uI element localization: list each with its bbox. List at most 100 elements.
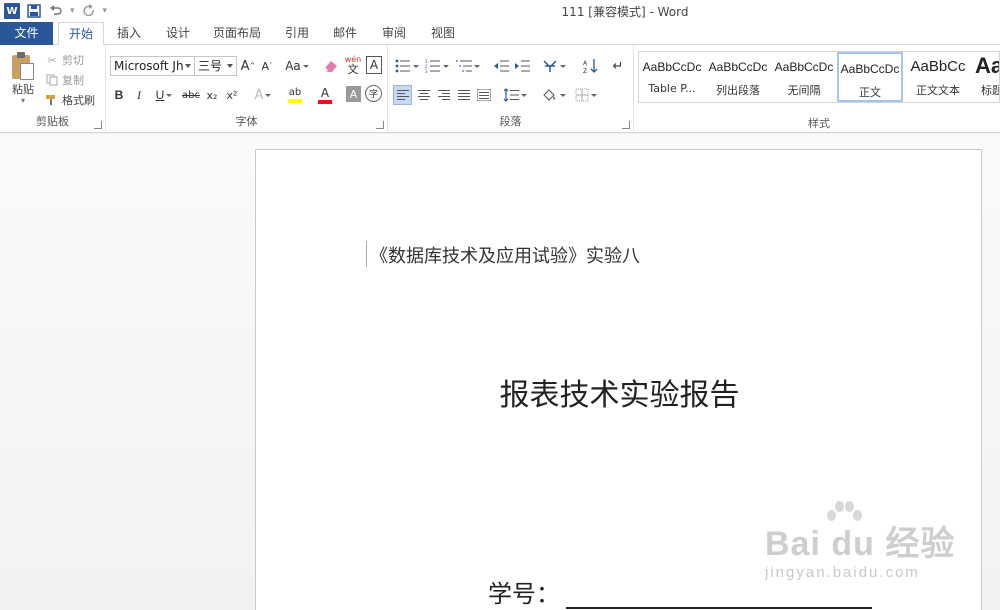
style-name: 列出段落 [716, 84, 760, 97]
grow-font-button[interactable]: A ^ [240, 56, 256, 76]
change-case-icon: Aa [285, 59, 301, 73]
style-name: 正文文本 [916, 84, 960, 97]
svg-text:3: 3 [425, 69, 428, 73]
style-body-text[interactable]: AaBbCc 正文文本 [905, 52, 971, 102]
font-launcher-icon[interactable] [376, 121, 384, 129]
font-color-button[interactable]: A [311, 85, 339, 105]
align-center-button[interactable] [414, 85, 433, 105]
cut-button[interactable]: ✂ 剪切 [44, 51, 104, 69]
multilevel-list-icon [456, 60, 472, 72]
font-color-icon: A [320, 85, 330, 100]
watermark-main-text: Bai du 经验 [765, 525, 956, 563]
decrease-indent-icon [494, 60, 509, 72]
subscript-button[interactable]: x₂ [203, 85, 221, 105]
increase-indent-button[interactable] [513, 56, 531, 76]
paste-dropdown-icon[interactable]: ▾ [18, 95, 28, 105]
font-name-dropdown[interactable]: Microsoft Jh [110, 56, 195, 76]
strikethrough-button[interactable]: abc [180, 85, 202, 105]
ribbon: 粘贴 ▾ ✂ 剪切 复制 格式刷 剪贴板 Microsoft Jh 三号 A ^… [0, 45, 1000, 133]
increase-indent-icon [515, 60, 530, 72]
line-spacing-button[interactable] [501, 85, 529, 105]
tab-page-layout[interactable]: 页面布局 [206, 22, 268, 45]
character-shading-button[interactable]: A [346, 86, 361, 102]
style-table-paragraph[interactable]: AaBbCcDc Table P... [639, 52, 705, 102]
borders-button[interactable] [572, 85, 600, 105]
superscript-button[interactable]: x² [223, 85, 241, 105]
font-group-label: 字体 [235, 115, 258, 128]
svg-text:A: A [583, 60, 588, 67]
paragraph-group-label: 段落 [499, 115, 522, 128]
justify-icon [457, 90, 470, 100]
underline-button[interactable]: U [151, 85, 177, 105]
style-sample: AaBbCcDc [708, 60, 768, 74]
scissors-icon: ✂ [47, 53, 57, 67]
document-header-text[interactable]: 《数据库技术及应用试验》实验八 [370, 242, 640, 268]
text-boundary-mark [366, 241, 367, 267]
align-right-button[interactable] [434, 85, 453, 105]
distributed-button[interactable] [474, 85, 493, 105]
decrease-indent-button[interactable] [492, 56, 510, 76]
style-name: 标题 [981, 84, 999, 97]
show-marks-button[interactable]: ↵ [610, 56, 626, 76]
paragraph-group: 123 AZ ↵ 段落 [388, 45, 634, 133]
tab-design[interactable]: 设计 [156, 22, 200, 45]
style-sample: AaBbCcDc [642, 60, 702, 74]
style-name: 无间隔 [787, 84, 821, 97]
clear-formatting-button[interactable] [322, 56, 340, 76]
copy-icon [44, 74, 60, 86]
format-painter-button[interactable]: 格式刷 [44, 91, 104, 109]
chinese-layout-button[interactable] [540, 56, 568, 76]
shrink-font-icon: A [261, 59, 270, 73]
tab-insert[interactable]: 插入 [106, 22, 152, 45]
style-title[interactable]: Aa 标题 [971, 52, 999, 102]
tab-file[interactable]: 文件 [0, 22, 53, 45]
grow-font-icon: A [240, 58, 250, 74]
sort-button[interactable]: AZ [581, 56, 601, 76]
enclose-characters-button[interactable]: 字 [365, 85, 382, 102]
character-border-button[interactable]: A [366, 56, 382, 74]
highlight-color-bar [288, 99, 302, 103]
style-normal[interactable]: AaBbCcDc 正文 [837, 52, 903, 102]
multilevel-list-button[interactable] [454, 56, 482, 76]
align-center-icon [417, 90, 430, 100]
borders-icon [575, 88, 589, 102]
shrink-font-button[interactable]: Aˇ [259, 56, 275, 76]
text-effects-button[interactable]: A [250, 85, 276, 105]
clipboard-launcher-icon[interactable] [94, 121, 102, 129]
styles-gallery: AaBbCcDc Table P... AaBbCcDc 列出段落 AaBbCc… [638, 51, 1000, 103]
numbering-button[interactable]: 123 [424, 56, 450, 76]
italic-button[interactable]: I [131, 85, 147, 105]
report-title[interactable]: 报表技术实验报告 [256, 370, 983, 414]
change-case-button[interactable]: Aa [283, 56, 311, 76]
style-name: Table P... [648, 82, 696, 95]
align-left-icon [396, 90, 409, 100]
style-name: 正文 [859, 86, 881, 99]
style-no-spacing[interactable]: AaBbCcDc 无间隔 [771, 52, 837, 102]
highlight-button[interactable]: ab [281, 85, 309, 105]
shading-button[interactable] [540, 85, 568, 105]
bold-button[interactable]: B [111, 85, 127, 105]
chinese-layout-icon [543, 60, 557, 72]
tab-home[interactable]: 开始 [58, 22, 104, 46]
style-sample: AaBbCcDc [840, 62, 900, 76]
tab-view[interactable]: 视图 [420, 22, 466, 45]
paste-icon[interactable] [10, 52, 36, 82]
phonetic-guide-button[interactable]: wén 文 [344, 52, 362, 78]
style-list-paragraph[interactable]: AaBbCcDc 列出段落 [705, 52, 771, 102]
font-size-dropdown[interactable]: 三号 [194, 56, 237, 76]
bullets-button[interactable] [394, 56, 420, 76]
justify-button[interactable] [454, 85, 473, 105]
paint-bucket-icon [543, 89, 555, 101]
numbering-icon: 123 [425, 59, 440, 73]
tab-mailings[interactable]: 邮件 [322, 22, 368, 45]
font-name-value: Microsoft Jh [114, 59, 184, 73]
highlighter-icon: ab [288, 87, 302, 98]
align-left-button[interactable] [393, 85, 412, 105]
font-color-bar [318, 99, 332, 104]
tab-references[interactable]: 引用 [274, 22, 320, 45]
paragraph-launcher-icon[interactable] [622, 121, 630, 129]
phonetic-guide-char: 文 [347, 62, 359, 76]
window-title: 111 [兼容模式] - Word [561, 5, 689, 19]
copy-button[interactable]: 复制 [44, 71, 104, 89]
tab-review[interactable]: 审阅 [371, 22, 417, 45]
